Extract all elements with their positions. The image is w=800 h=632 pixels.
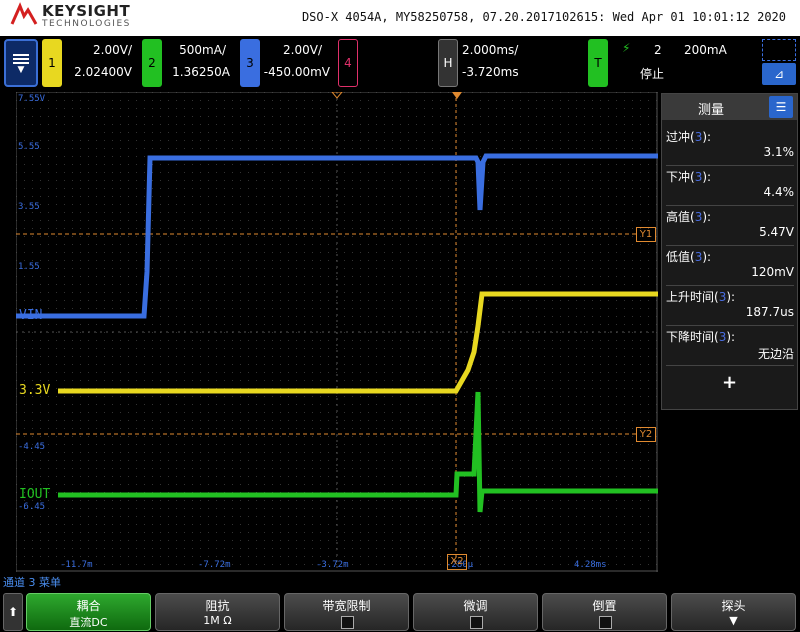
- channel-2-offset: 1.36250A: [172, 65, 230, 79]
- chevron-down-icon: ▼: [729, 614, 738, 627]
- channel-bar: ▼ 1 2.00V/ 2.02400V 2 500mA/ 1.36250A 3 …: [0, 36, 800, 91]
- channel-3-label: VIN: [19, 308, 43, 323]
- waveform-display[interactable]: 7.55V 5.55 3.55 1.55 -4.45 -6.45 -11.7m …: [16, 92, 658, 572]
- fine-checkbox[interactable]: [470, 616, 483, 629]
- channel-1-button[interactable]: 1: [42, 39, 62, 87]
- measure-overshoot[interactable]: 过冲(3): 3.1%: [666, 128, 794, 159]
- measure-base[interactable]: 低值(3): 120mV: [666, 248, 794, 279]
- invert-checkbox[interactable]: [599, 616, 612, 629]
- measurement-panel: 测量 ☰ 过冲(3): 3.1% 下冲(3): 4.4% 高值(3): 5.47…: [661, 93, 798, 410]
- cursor-y1-label[interactable]: Y1: [636, 227, 656, 242]
- channel-2-button[interactable]: 2: [142, 39, 162, 87]
- horizontal-delay: -3.720ms: [462, 65, 519, 79]
- softkey-probe[interactable]: 探头 ▼: [671, 593, 796, 631]
- list-icon[interactable]: ☰: [769, 96, 793, 118]
- y-tick-label: 1.55: [18, 262, 40, 272]
- channel-4-button[interactable]: 4: [338, 39, 358, 87]
- y-tick-label: 7.55V: [18, 94, 46, 104]
- brand-subtitle: TECHNOLOGIES: [42, 19, 131, 29]
- softkey-impedance[interactable]: 阻抗 1M Ω: [155, 593, 280, 631]
- softkey-bandwidth-limit[interactable]: 带宽限制: [284, 593, 409, 631]
- trigger-button[interactable]: T: [588, 39, 608, 87]
- acquisition-status: 停止: [640, 67, 665, 81]
- softkey-fine[interactable]: 微调: [413, 593, 538, 631]
- cursor-x2-label[interactable]: X2: [447, 554, 467, 570]
- channel-1-scale: 2.00V/: [93, 43, 132, 57]
- trigger-edge-icon: ⚡: [622, 41, 631, 55]
- channel-2-scale: 500mA/: [179, 43, 226, 57]
- measure-fall-time[interactable]: 下降时间(3): 无边沿: [666, 328, 794, 362]
- y-tick-label: 5.55: [18, 142, 40, 152]
- softkey-coupling[interactable]: 耦合 直流DC: [26, 593, 151, 631]
- bandwidth-limit-checkbox[interactable]: [341, 616, 354, 629]
- measurement-title: 测量: [698, 103, 725, 118]
- channel-3-button[interactable]: 3: [240, 39, 260, 87]
- softkey-bar: ⬆ 耦合 直流DC 阻抗 1M Ω 带宽限制 微调 倒置 探头 ▼: [0, 590, 800, 632]
- horizontal-scale: 2.000ms/: [462, 43, 519, 57]
- measure-top[interactable]: 高值(3): 5.47V: [666, 208, 794, 239]
- measure-rise-time[interactable]: 上升时间(3): 187.7us: [666, 288, 794, 319]
- x-tick-label: -7.72m: [198, 560, 231, 570]
- channel-3-scale: 2.00V/: [283, 43, 322, 57]
- x-tick-label: -3.72m: [316, 560, 349, 570]
- y-tick-label: -6.45: [18, 502, 46, 512]
- measure-preshoot[interactable]: 下冲(3): 4.4%: [666, 168, 794, 199]
- horizontal-button[interactable]: H: [438, 39, 458, 87]
- x-tick-label: 4.28ms: [574, 560, 607, 570]
- measure-waveform-icon[interactable]: ⊿: [762, 63, 796, 85]
- measurement-header: 测量 ☰: [662, 94, 797, 120]
- y-tick-label: -4.45: [18, 442, 46, 452]
- cursor-y2-label[interactable]: Y2: [636, 427, 656, 442]
- status-text: 通道 3 菜单: [3, 576, 61, 589]
- keysight-logo-icon: [10, 2, 38, 25]
- waveform-grid: [16, 92, 658, 572]
- y-tick-label: 3.55: [18, 202, 40, 212]
- brand-name: KEYSIGHT: [42, 2, 131, 20]
- add-measurement-button[interactable]: +: [662, 372, 797, 393]
- grid-select-icon[interactable]: [762, 39, 796, 61]
- channel-1-label: 3.3V: [19, 383, 51, 398]
- menu-icon: [13, 52, 29, 66]
- chevron-down-icon: ▼: [17, 64, 25, 75]
- trigger-source: 2: [654, 43, 662, 57]
- channel-3-offset: -450.00mV: [263, 65, 330, 79]
- channel-2-label: IOUT: [19, 487, 51, 502]
- channel-1-offset: 2.02400V: [74, 65, 132, 79]
- x-tick-label: -11.7m: [60, 560, 93, 570]
- instrument-title: DSO-X 4054A, MY58250758, 07.20.201710261…: [301, 10, 786, 24]
- main-menu-button[interactable]: ▼: [4, 39, 38, 87]
- softkey-invert[interactable]: 倒置: [542, 593, 667, 631]
- header-bar: KEYSIGHT TECHNOLOGIES DSO-X 4054A, MY582…: [0, 0, 800, 36]
- trigger-level: 200mA: [684, 43, 727, 57]
- back-button[interactable]: ⬆: [3, 593, 23, 631]
